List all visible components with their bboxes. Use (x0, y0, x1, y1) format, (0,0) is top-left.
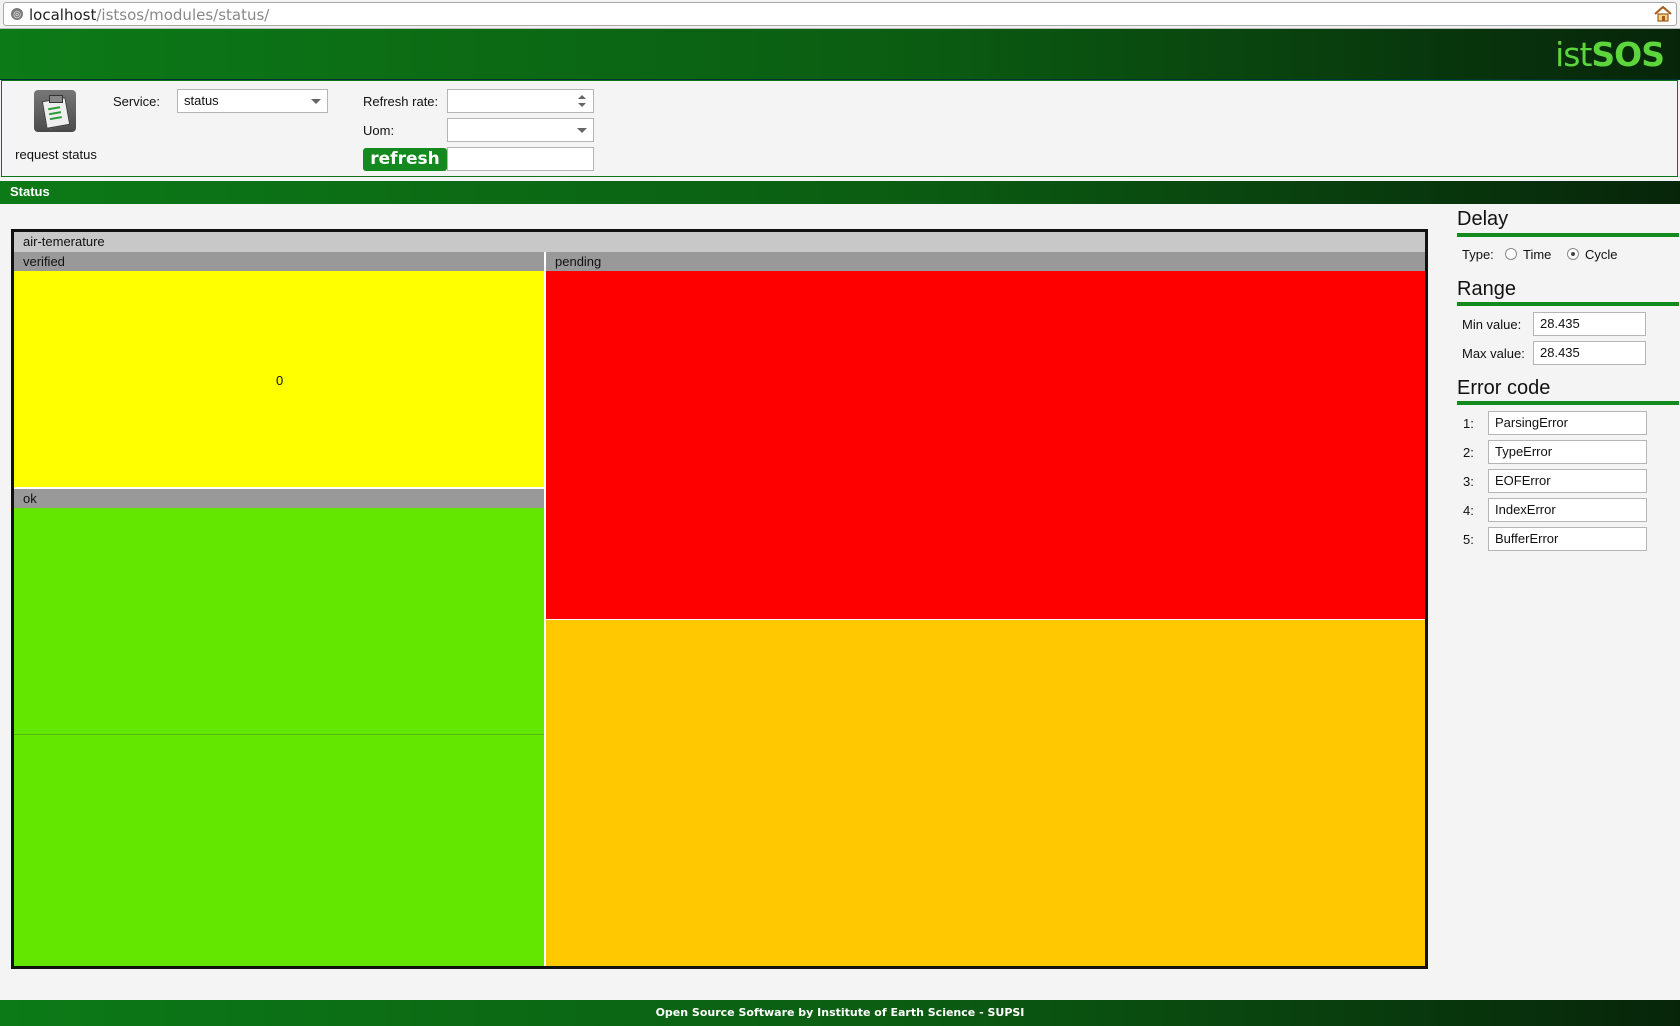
service-select[interactable]: status (177, 89, 328, 113)
request-status-label: request status (15, 147, 97, 162)
chevron-down-icon (577, 128, 587, 133)
uom-select[interactable] (447, 118, 594, 142)
error-code-number: 4: (1463, 503, 1474, 518)
istsos-logo: istSOS (1555, 35, 1665, 74)
treemap-group-header: ok (14, 489, 544, 508)
min-value-input[interactable]: 28.435 (1533, 312, 1646, 336)
refresh-rate-spinner[interactable] (447, 89, 594, 113)
treemap-cell-value: 0 (276, 373, 284, 388)
min-value-label: Min value: (1462, 317, 1522, 332)
max-value-label: Max value: (1462, 346, 1525, 361)
radio-time-label: Time (1523, 247, 1552, 262)
uom-label: Uom: (363, 123, 395, 138)
address-field[interactable]: ◎ localhost/istsos/modules/status/ (3, 2, 1677, 26)
treemap-cell-verified[interactable]: 0 (14, 271, 544, 487)
error-code-title: Error code (1457, 377, 1551, 399)
status-treemap: air-temerature verified 0 ok pending (11, 229, 1428, 969)
url-text[interactable]: localhost/istsos/modules/status/ (29, 6, 269, 24)
treemap-group-header: verified (14, 252, 544, 271)
logo-ist: ist (1555, 35, 1592, 74)
clipboard-line (48, 111, 62, 116)
refresh-status-field[interactable] (447, 147, 594, 171)
max-value-input[interactable]: 28.435 (1533, 341, 1646, 365)
refresh-button[interactable]: refresh (363, 148, 447, 171)
error-code-input[interactable]: IndexError (1488, 498, 1647, 522)
range-divider (1457, 302, 1679, 306)
treemap-title: air-temerature (14, 232, 1425, 252)
range-title: Range (1457, 278, 1516, 300)
error-code-input[interactable]: BufferError (1488, 527, 1647, 551)
treemap-cell-ok[interactable] (14, 735, 544, 966)
radio-cycle[interactable] (1567, 248, 1579, 260)
error-code-number: 5: (1463, 532, 1474, 547)
delay-title: Delay (1457, 208, 1509, 230)
url-path: /istsos/modules/status/ (96, 6, 270, 24)
delay-type-label: Type: (1462, 247, 1494, 262)
spin-down-icon[interactable] (578, 103, 586, 107)
error-code-input[interactable]: EOFError (1488, 469, 1647, 493)
chevron-down-icon (311, 99, 321, 104)
clipboard-line (49, 116, 62, 121)
browser-url-bar: ◎ localhost/istsos/modules/status/ (0, 0, 1680, 29)
clipboard-clip (49, 95, 63, 103)
error-code-number: 2: (1463, 445, 1474, 460)
url-host: localhost (29, 6, 97, 24)
treemap-cell-ok[interactable] (14, 508, 544, 735)
treemap-group-header: pending (546, 252, 1425, 271)
service-select-value: status (184, 93, 219, 108)
spin-up-icon[interactable] (578, 95, 586, 99)
treemap-cell-pending[interactable] (546, 620, 1425, 966)
status-section-title: Status (0, 181, 1680, 204)
treemap-cell-pending[interactable] (546, 271, 1425, 619)
clipboard-icon (34, 90, 76, 132)
logo-sos: SOS (1591, 35, 1665, 74)
app-header: istSOS (0, 29, 1680, 80)
toolbar: request status Service: status Refresh r… (1, 80, 1678, 177)
error-code-number: 3: (1463, 474, 1474, 489)
clipboard-line (48, 106, 61, 111)
footer: Open Source Software by Institute of Ear… (0, 1000, 1680, 1026)
delay-divider (1457, 233, 1679, 237)
error-code-number: 1: (1463, 416, 1474, 431)
service-label: Service: (113, 94, 160, 109)
refresh-rate-label: Refresh rate: (363, 94, 439, 109)
radio-cycle-label: Cycle (1585, 247, 1618, 262)
error-code-input[interactable]: TypeError (1488, 440, 1647, 464)
error-code-input[interactable]: ParsingError (1488, 411, 1647, 435)
error-code-divider (1457, 401, 1679, 405)
radio-time[interactable] (1505, 248, 1517, 260)
globe-icon: ◎ (11, 8, 23, 20)
home-icon[interactable] (1654, 6, 1672, 22)
request-status-button[interactable]: request status (10, 87, 102, 169)
